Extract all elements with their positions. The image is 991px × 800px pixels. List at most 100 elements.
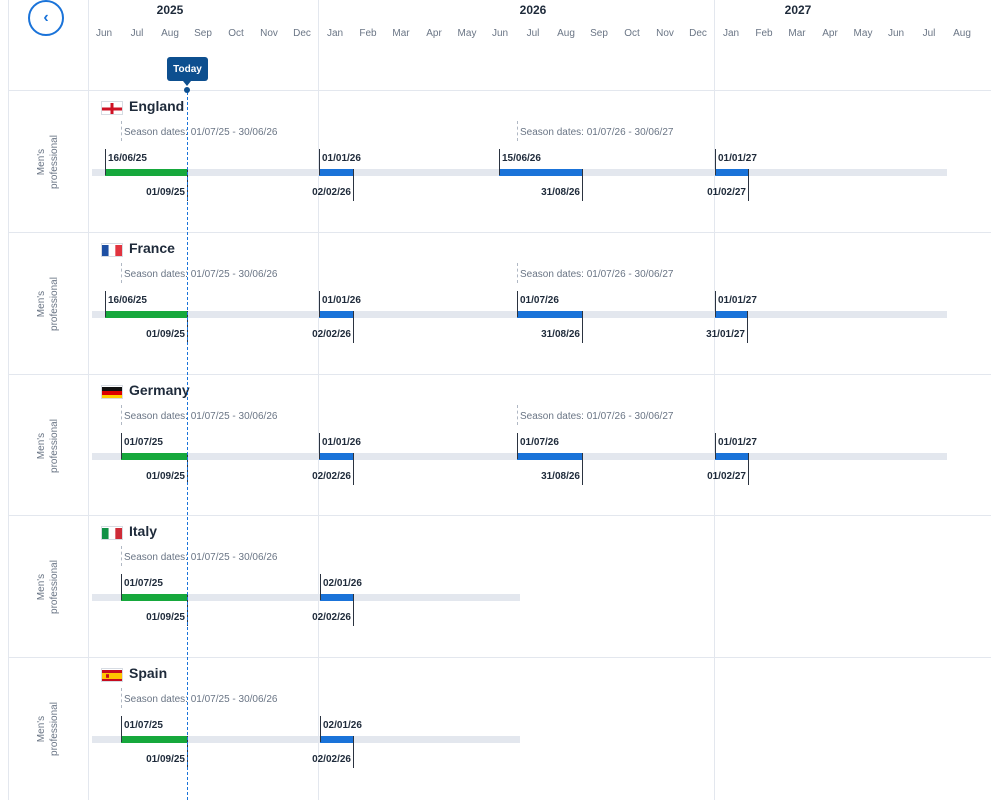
open-transfer-window[interactable]: [121, 453, 187, 460]
england-flag-icon: [101, 101, 123, 115]
window-open-tick: [121, 433, 122, 459]
year-label: 2027: [784, 3, 812, 17]
month-label: Jul: [526, 28, 540, 39]
open-transfer-window[interactable]: [105, 169, 187, 176]
window-open-tick: [319, 291, 320, 317]
upcoming-transfer-window[interactable]: [499, 169, 582, 176]
season-dates-label: Season dates: 01/07/25 - 30/06/26: [124, 127, 278, 138]
window-open-tick: [715, 433, 716, 459]
window-close-tick: [353, 594, 354, 626]
open-transfer-window[interactable]: [105, 311, 187, 318]
window-close-tick: [353, 169, 354, 201]
category-label-text: Men's professional: [35, 276, 60, 331]
country-name: Spain: [129, 665, 168, 681]
window-close-date: 01/09/25: [146, 187, 185, 198]
upcoming-transfer-window[interactable]: [319, 311, 353, 318]
season-dates-label: Season dates: 01/07/25 - 30/06/26: [124, 411, 278, 422]
window-close-tick: [748, 453, 749, 485]
category-label-text: Men's professional: [35, 134, 60, 189]
open-transfer-window[interactable]: [121, 736, 187, 743]
year-label: 2026: [519, 3, 547, 17]
month-label: Dec: [689, 28, 707, 39]
window-open-date: 01/01/26: [322, 153, 361, 164]
month-label: Nov: [656, 28, 674, 39]
window-open-tick: [517, 291, 518, 317]
upcoming-transfer-window[interactable]: [319, 453, 353, 460]
season-dates-label: Season dates: 01/07/26 - 30/06/27: [520, 127, 674, 138]
row-divider: [8, 374, 991, 375]
category-label: Men's professional: [16, 91, 80, 232]
country-row: Men's professional Italy Season dates: 01/0…: [0, 516, 991, 657]
season-dates-label: Season dates: 01/07/26 - 30/06/27: [520, 269, 674, 280]
month-label: Jun: [491, 28, 509, 39]
window-open-date: 01/01/26: [322, 437, 361, 448]
window-open-date: 01/07/25: [124, 720, 163, 731]
window-close-date: 01/02/27: [707, 471, 746, 482]
italy-flag-icon: [101, 526, 123, 540]
window-open-date: 02/01/26: [323, 578, 362, 589]
year-label: 2025: [156, 3, 184, 17]
chevron-left-icon: ‹: [43, 9, 49, 26]
window-open-date: 01/01/27: [718, 295, 757, 306]
month-label: Mar: [788, 28, 806, 39]
window-close-tick: [353, 311, 354, 343]
window-close-date: 02/02/26: [312, 471, 351, 482]
category-label: Men's professional: [16, 516, 80, 657]
window-open-tick: [319, 149, 320, 175]
upcoming-transfer-window[interactable]: [715, 311, 747, 318]
month-label: May: [457, 28, 477, 39]
window-close-tick: [353, 736, 354, 768]
month-label: Sep: [590, 28, 608, 39]
upcoming-transfer-window[interactable]: [517, 453, 582, 460]
category-label: Men's professional: [16, 233, 80, 374]
window-close-date: 31/01/27: [706, 329, 745, 340]
back-button[interactable]: ‹: [28, 0, 64, 36]
month-label: Nov: [260, 28, 278, 39]
window-close-date: 02/02/26: [312, 187, 351, 198]
upcoming-transfer-window[interactable]: [517, 311, 582, 318]
window-close-date: 01/09/25: [146, 754, 185, 765]
window-open-tick: [121, 716, 122, 742]
row-divider: [8, 232, 991, 233]
month-label: Aug: [557, 28, 575, 39]
season-start-marker: [121, 405, 122, 425]
upcoming-transfer-window[interactable]: [715, 453, 748, 460]
window-close-date: 01/09/25: [146, 471, 185, 482]
row-divider: [8, 657, 991, 658]
open-transfer-window[interactable]: [121, 594, 187, 601]
country-name: England: [129, 98, 185, 114]
month-label: Oct: [228, 28, 244, 39]
upcoming-transfer-window[interactable]: [319, 169, 353, 176]
window-open-tick: [320, 574, 321, 600]
month-label: Dec: [293, 28, 311, 39]
month-label: Sep: [194, 28, 212, 39]
month-label: Jan: [326, 28, 344, 39]
season-start-marker: [121, 688, 122, 708]
row-divider: [8, 515, 991, 516]
window-close-date: 31/08/26: [541, 471, 580, 482]
upcoming-transfer-window[interactable]: [320, 736, 353, 743]
country-row: Men's professional Germany Season dates: 01…: [0, 375, 991, 516]
season-dates-label: Season dates: 01/07/26 - 30/06/27: [520, 411, 674, 422]
window-close-tick: [353, 453, 354, 485]
window-close-tick: [582, 169, 583, 201]
upcoming-transfer-window[interactable]: [320, 594, 353, 601]
month-label: Feb: [755, 28, 773, 39]
category-label: Men's professional: [16, 658, 80, 799]
france-flag-icon: [101, 243, 123, 257]
month-label: May: [853, 28, 873, 39]
window-close-date: 01/02/27: [707, 187, 746, 198]
month-label: Apr: [822, 28, 838, 39]
window-open-tick: [715, 149, 716, 175]
window-open-tick: [320, 716, 321, 742]
country-row: Men's professional France Season dates: 01/…: [0, 233, 991, 374]
country-row: Men's professional England Season dates: 01…: [0, 91, 991, 232]
window-close-date: 02/02/26: [312, 754, 351, 765]
upcoming-transfer-window[interactable]: [715, 169, 748, 176]
transfer-window-timeline: ‹ 2025 2026 2027 Jun Jul Aug Sep Oct Nov Dec Jan Fe…: [0, 0, 991, 800]
season-start-marker: [517, 263, 518, 283]
season-dates-label: Season dates: 01/07/25 - 30/06/26: [124, 552, 278, 563]
category-label-text: Men's professional: [35, 418, 60, 473]
month-label: Jan: [722, 28, 740, 39]
month-label: Apr: [426, 28, 442, 39]
